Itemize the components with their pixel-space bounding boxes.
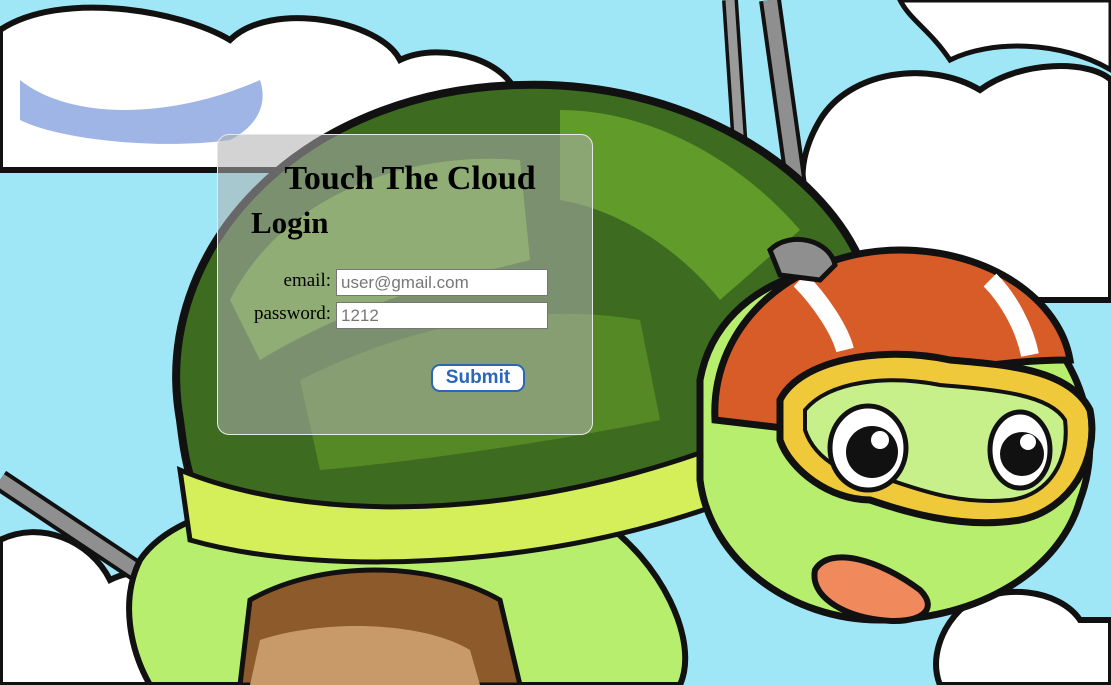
email-label: email: bbox=[283, 270, 331, 291]
password-input[interactable] bbox=[336, 302, 548, 329]
password-label: password: bbox=[253, 303, 331, 324]
login-heading: Login bbox=[251, 205, 329, 240]
login-panel: Touch The Cloud Login email: password: S… bbox=[217, 134, 593, 435]
email-input[interactable] bbox=[336, 269, 548, 296]
app-title: Touch The Cloud bbox=[284, 160, 536, 197]
login-page: Touch The Cloud Login email: password: S… bbox=[0, 0, 1111, 685]
submit-button[interactable]: Submit bbox=[431, 364, 525, 392]
